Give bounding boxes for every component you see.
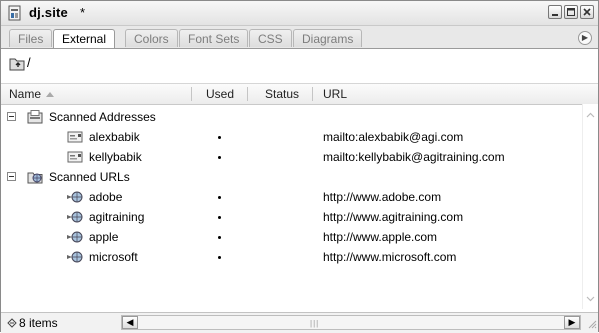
status-bar: 8 items ◀ ||| ▶: [1, 312, 598, 333]
horizontal-scrollbar[interactable]: ◀ ||| ▶: [121, 315, 581, 330]
tab-font-sets[interactable]: Font Sets: [179, 29, 249, 47]
minus-icon: [9, 116, 14, 117]
column-divider[interactable]: [247, 87, 248, 101]
tab-strip: Files External Colors Font Sets CSS Diag…: [1, 26, 598, 49]
tree-row[interactable]: adobe http://www.adobe.com: [1, 187, 583, 207]
tab-external[interactable]: External: [53, 29, 116, 48]
used-indicator: [218, 196, 221, 199]
asset-name: apple: [89, 230, 119, 244]
column-header: Name Used Status URL: [1, 83, 598, 105]
tab-external-label: External: [62, 32, 107, 46]
scroll-left-button[interactable]: ◀: [122, 316, 138, 329]
minimize-icon: [552, 14, 558, 16]
asset-name: adobe: [89, 190, 123, 204]
asset-url: mailto:alexbabik@agi.com: [323, 130, 464, 144]
external-assets-tree: Scanned Addresses alexbabik mailto:alexb…: [1, 104, 583, 309]
asset-url: http://www.apple.com: [323, 230, 438, 244]
close-icon: [583, 8, 591, 16]
maximize-button[interactable]: [564, 5, 578, 19]
tab-files[interactable]: Files: [9, 29, 53, 47]
column-status[interactable]: Status: [265, 87, 299, 101]
web-link-icon: [67, 251, 83, 263]
asset-url: http://www.microsoft.com: [323, 250, 457, 264]
site-document-icon: [8, 5, 21, 21]
options-arrow-icon: ▶: [581, 33, 589, 42]
used-indicator: [218, 156, 221, 159]
tree-row[interactable]: alexbabik mailto:alexbabik@agi.com: [1, 127, 583, 147]
current-path: /: [27, 55, 31, 70]
toolbar: /: [1, 49, 598, 77]
window-controls: [548, 5, 594, 19]
asset-url: mailto:kellybabik@agitraining.com: [323, 150, 505, 164]
column-divider[interactable]: [312, 87, 313, 101]
resize-grip-icon[interactable]: [587, 319, 597, 329]
unsaved-marker: *: [80, 5, 86, 20]
group-label: Scanned URLs: [49, 170, 130, 184]
globe-folder-icon: [27, 172, 43, 184]
column-name[interactable]: Name: [9, 87, 41, 101]
panel-options-button[interactable]: ▶: [578, 31, 592, 45]
scroll-right-icon: ▶: [568, 317, 576, 327]
close-button[interactable]: [580, 5, 594, 19]
title-bar[interactable]: dj.site *: [1, 1, 598, 26]
sort-ascending-icon: [46, 92, 54, 97]
collapse-toggle[interactable]: [7, 112, 16, 121]
item-count: 8 items: [19, 316, 58, 330]
address-book-icon: [27, 110, 43, 124]
scroll-left-icon: ◀: [126, 317, 134, 327]
column-divider[interactable]: [191, 87, 192, 101]
column-used[interactable]: Used: [206, 87, 234, 101]
group-scanned-addresses[interactable]: Scanned Addresses: [1, 107, 583, 127]
asset-name: microsoft: [89, 250, 138, 264]
items-diamond-icon: [7, 318, 17, 328]
tree-row[interactable]: microsoft http://www.microsoft.com: [1, 247, 583, 267]
scroll-down-icon[interactable]: [586, 294, 595, 303]
used-indicator: [218, 136, 221, 139]
minus-icon: [9, 176, 14, 177]
asset-name: kellybabik: [89, 150, 142, 164]
scroll-thumb-grip[interactable]: |||: [310, 319, 319, 328]
tab-colors[interactable]: Colors: [125, 29, 178, 47]
used-indicator: [218, 216, 221, 219]
tree-row[interactable]: agitraining http://www.agitraining.com: [1, 207, 583, 227]
email-address-icon: [67, 131, 83, 143]
asset-name: alexbabik: [89, 130, 140, 144]
web-link-icon: [67, 191, 83, 203]
column-url[interactable]: URL: [323, 87, 347, 101]
web-link-icon: [67, 231, 83, 243]
tab-diagrams[interactable]: Diagrams: [293, 29, 363, 47]
window-title: dj.site: [29, 5, 68, 20]
used-indicator: [218, 236, 221, 239]
group-scanned-urls[interactable]: Scanned URLs: [1, 167, 583, 187]
folder-up-button[interactable]: /: [9, 55, 31, 73]
site-window: dj.site * Files External Colors Font Set…: [0, 0, 599, 333]
used-indicator: [218, 256, 221, 259]
tree-row[interactable]: apple http://www.apple.com: [1, 227, 583, 247]
collapse-toggle[interactable]: [7, 172, 16, 181]
minimize-button[interactable]: [548, 5, 562, 19]
maximize-icon: [567, 8, 575, 16]
tree-row[interactable]: kellybabik mailto:kellybabik@agitraining…: [1, 147, 583, 167]
email-address-icon: [67, 151, 83, 163]
asset-url: http://www.agitraining.com: [323, 210, 464, 224]
tab-css[interactable]: CSS: [249, 29, 292, 47]
asset-url: http://www.adobe.com: [323, 190, 442, 204]
group-label: Scanned Addresses: [49, 110, 156, 124]
scroll-up-icon[interactable]: [586, 111, 595, 120]
vertical-scrollbar[interactable]: [582, 104, 598, 309]
web-link-icon: [67, 211, 83, 223]
asset-name: agitraining: [89, 210, 145, 224]
scroll-right-button[interactable]: ▶: [564, 316, 580, 329]
